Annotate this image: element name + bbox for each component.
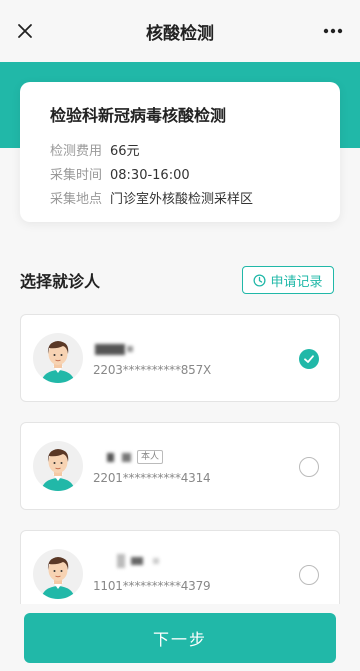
close-button[interactable] xyxy=(12,18,38,44)
check-icon xyxy=(304,355,314,363)
radio-unselected[interactable] xyxy=(299,457,319,477)
radio-unselected[interactable] xyxy=(299,565,319,585)
section-title: 选择就诊人 xyxy=(20,272,101,291)
patient-id: 1101**********4379 xyxy=(93,579,211,593)
patient-id: 2201**********4314 xyxy=(93,471,211,485)
test-title: 检验科新冠病毒核酸检测 xyxy=(50,106,227,125)
self-badge: 本人 xyxy=(137,450,164,464)
time-value: 08:30-16:00 xyxy=(110,168,190,183)
more-dots-icon xyxy=(323,28,343,34)
fee-value: 66元 xyxy=(110,144,140,159)
patient-name-masked xyxy=(117,553,159,569)
info-row-time: 采集时间 08:30-16:00 xyxy=(50,164,340,188)
avatar xyxy=(33,441,83,491)
close-icon xyxy=(18,24,32,38)
location-value: 门诊室外核酸检测采样区 xyxy=(110,192,254,207)
time-label: 采集时间 xyxy=(50,168,103,183)
fee-label: 检测费用 xyxy=(50,144,103,159)
test-info-card: 检验科新冠病毒核酸检测 检测费用 66元 采集时间 08:30-16:00 采集… xyxy=(20,82,340,222)
patient-card[interactable]: 2203**********857X xyxy=(20,314,340,402)
records-button-label: 申请记录 xyxy=(270,274,323,290)
location-label: 采集地点 xyxy=(50,192,103,207)
next-button[interactable]: 下一步 xyxy=(24,613,336,663)
radio-selected[interactable] xyxy=(299,349,319,369)
info-row-location: 采集地点 门诊室外核酸检测采样区 xyxy=(50,188,340,212)
records-button[interactable]: 申请记录 xyxy=(242,266,334,294)
page-title: 核酸检测 xyxy=(146,23,214,44)
patient-name-masked xyxy=(95,341,133,357)
avatar xyxy=(33,549,83,599)
patient-card[interactable]: 本人 2201**********4314 xyxy=(20,422,340,510)
info-row-fee: 检测费用 66元 xyxy=(50,140,340,164)
nav-bar: 核酸检测 xyxy=(0,0,360,62)
patient-id: 2203**********857X xyxy=(93,363,212,377)
more-button[interactable] xyxy=(320,18,346,44)
clock-icon xyxy=(253,273,267,287)
patient-name-masked: 本人 xyxy=(107,449,164,465)
avatar xyxy=(33,333,83,383)
